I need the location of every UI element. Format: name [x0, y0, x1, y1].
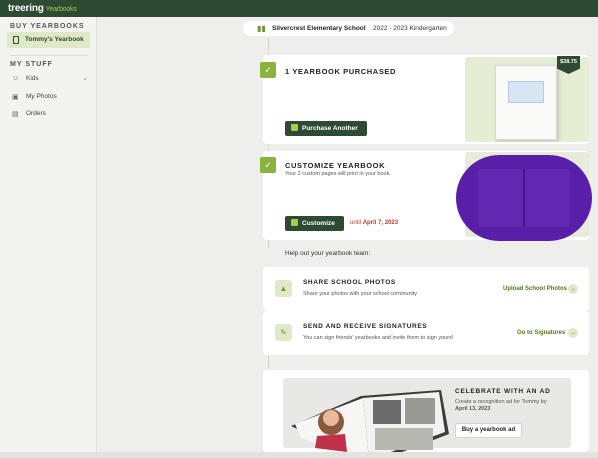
- signature-icon: ✎: [275, 324, 292, 341]
- ad-deadline: April 13, 2023: [455, 406, 491, 412]
- book-icon: [13, 36, 19, 44]
- purchased-title: 1 YEARBOOK PURCHASED: [285, 67, 397, 76]
- share-subtitle: Share your photos with your school commu…: [303, 291, 418, 297]
- customize-label: Customize: [302, 220, 335, 227]
- document-icon: ▤: [12, 111, 19, 118]
- timeline-line: [268, 37, 269, 55]
- upload-icon: ▲: [275, 280, 292, 297]
- sidebar: BUY YEARBOOKS Tommy's Yearbook MY STUFF …: [0, 17, 97, 458]
- ad-title: CELEBRATE WITH AN AD: [455, 388, 551, 395]
- buy-yearbook-ad-button[interactable]: Buy a yearbook ad: [455, 423, 522, 438]
- customize-button[interactable]: Customize: [285, 216, 344, 231]
- treering-logo[interactable]: treering Yearbooks: [8, 3, 77, 14]
- sidebar-item-label: Kids: [26, 75, 39, 82]
- yearbook-book: [495, 65, 557, 140]
- help-text: Help out your yearbook team:: [285, 250, 371, 257]
- purchase-another-label: Purchase Another: [302, 125, 358, 132]
- timeline-line: [268, 356, 269, 368]
- timeline-line: [268, 240, 269, 248]
- arrow-right-icon[interactable]: →: [568, 284, 578, 294]
- check-icon: ✓: [260, 157, 276, 173]
- signatures-card: ✎ SEND AND RECEIVE SIGNATURES You can si…: [263, 311, 589, 355]
- go-to-signatures-link[interactable]: Go to Signatures: [517, 330, 565, 336]
- check-icon: ✓: [260, 62, 276, 78]
- custom-pages-preview: [456, 155, 592, 241]
- share-photos-card: ▲ SHARE SCHOOL PHOTOS Share your photos …: [263, 267, 589, 311]
- sidebar-item-tommys-yearbook[interactable]: Tommy's Yearbook: [7, 32, 90, 48]
- deadline-prefix: until: [350, 220, 362, 226]
- open-yearbook-illustration: [291, 390, 449, 458]
- custom-pages-spread: [478, 169, 570, 227]
- logo-sub: Yearbooks: [45, 6, 77, 13]
- purchase-another-button[interactable]: Purchase Another: [285, 121, 367, 136]
- school-name: Silvercrest Elementary School: [272, 25, 366, 32]
- bottom-bar: [0, 452, 598, 458]
- signatures-subtitle: You can sign friends' yearbooks and invi…: [303, 335, 454, 341]
- deadline-date: April 7, 2023: [362, 220, 399, 226]
- sidebar-item-label: My Photos: [26, 93, 57, 100]
- sidebar-item-label: Orders: [26, 110, 46, 117]
- chevron-down-icon: ⌄: [82, 75, 88, 82]
- school-year-grade: 2022 - 2023 Kindergarten: [373, 25, 447, 32]
- sidebar-item-label: Tommy's Yearbook: [25, 36, 84, 43]
- signatures-title: SEND AND RECEIVE SIGNATURES: [303, 323, 428, 330]
- upload-school-photos-link[interactable]: Upload School Photos: [503, 286, 567, 292]
- photo-icon: ▣: [12, 94, 19, 101]
- customize-subtitle: Your 2 custom pages will print in your b…: [285, 171, 391, 177]
- logo-main: treering: [8, 3, 44, 14]
- cover-photo-window: [508, 81, 544, 103]
- top-bar: treering Yearbooks: [0, 0, 598, 17]
- share-title: SHARE SCHOOL PHOTOS: [303, 279, 396, 286]
- ad-subtitle: Create a recognition ad for Tommy by Apr…: [455, 399, 575, 413]
- sidebar-divider: [10, 55, 88, 56]
- ad-subtitle-text: Create a recognition ad for Tommy by: [455, 399, 547, 405]
- cart-icon: [291, 124, 298, 131]
- sidebar-item-orders[interactable]: ▤ Orders: [10, 108, 90, 120]
- arrow-right-icon[interactable]: →: [568, 328, 578, 338]
- buy-yearbooks-heading: BUY YEARBOOKS: [10, 23, 85, 30]
- customize-deadline: until April 7, 2023: [350, 220, 398, 226]
- smiley-icon: ☺: [12, 75, 20, 82]
- open-book-icon: ▮▮: [257, 24, 266, 33]
- sidebar-item-my-photos[interactable]: ▣ My Photos: [10, 91, 90, 103]
- school-header: ▮▮ Silvercrest Elementary School 2022 - …: [243, 21, 454, 36]
- sidebar-item-kids[interactable]: ☺ Kids ⌄: [10, 73, 90, 85]
- customize-title: CUSTOMIZE YEARBOOK: [285, 161, 386, 170]
- my-stuff-heading: MY STUFF: [10, 61, 53, 68]
- pages-icon: [291, 219, 298, 226]
